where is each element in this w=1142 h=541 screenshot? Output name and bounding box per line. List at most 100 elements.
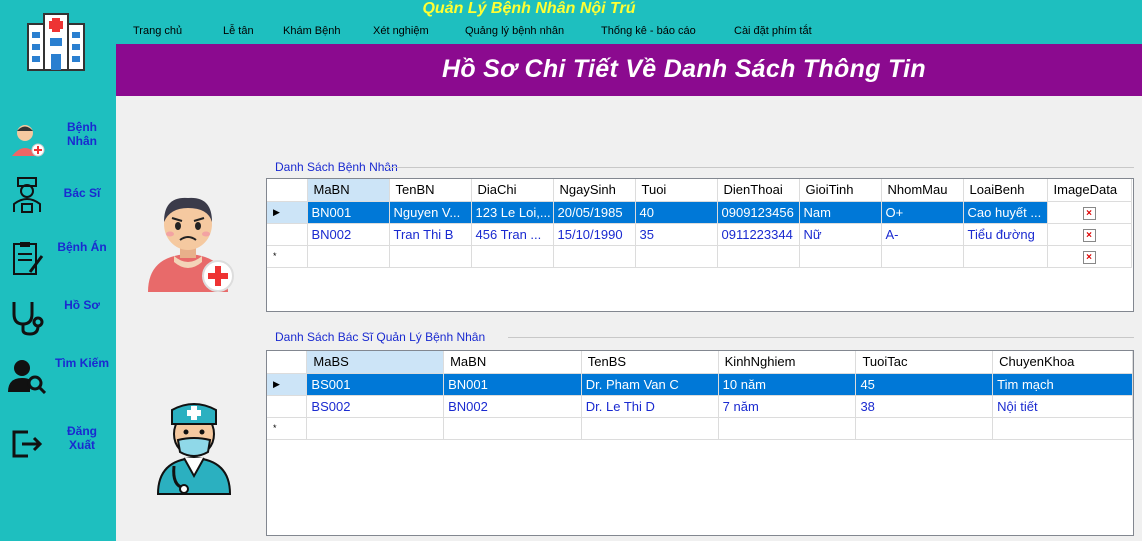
row-header-current-icon[interactable]: ▶	[267, 373, 308, 396]
app-title: Quản Lý Bệnh Nhân Nội Trú	[422, 0, 636, 17]
sidebar-item-bac-si[interactable]: Bác Sĩ	[6, 172, 114, 218]
col-header-mabs[interactable]: MaBS	[306, 351, 445, 374]
cell[interactable]	[306, 417, 445, 440]
menu-kham-benh[interactable]: Khám Bệnh	[283, 25, 340, 37]
cell[interactable]: BN001	[443, 373, 582, 396]
col-header-gioitinh[interactable]: GioiTinh	[799, 179, 882, 202]
row-header[interactable]	[267, 395, 308, 418]
new-row[interactable]: *	[267, 417, 1133, 440]
col-header-tenbn[interactable]: TenBN	[389, 179, 472, 202]
sidebar-item-ho-so[interactable]: Hồ Sơ	[6, 294, 114, 340]
cell[interactable]	[718, 417, 857, 440]
table-row[interactable]: ▶ BS001 BN001 Dr. Pham Van C 10 năm 45 T…	[267, 373, 1133, 396]
cell[interactable]: Tim mạch	[992, 373, 1133, 396]
page-title: Hồ Sơ Chi Tiết Về Danh Sách Thông Tin	[442, 55, 926, 83]
patient-grid[interactable]: MaBN TenBN DiaChi NgaySinh Tuoi DienThoa…	[266, 178, 1134, 312]
sidebar-item-label: Đăng Xuất	[67, 424, 97, 452]
cell[interactable]	[881, 245, 964, 268]
cell[interactable]	[855, 417, 994, 440]
cell[interactable]	[471, 245, 554, 268]
cell[interactable]: BN001	[307, 201, 390, 224]
row-header-current-icon[interactable]: ▶	[267, 201, 308, 224]
col-header-tuoitac[interactable]: TuoiTac	[855, 351, 994, 374]
sidebar-item-tim-kiem[interactable]: Tìm Kiếm	[6, 352, 114, 398]
cell[interactable]	[553, 245, 636, 268]
cell[interactable]: Nữ	[799, 223, 882, 246]
col-header-diachi[interactable]: DiaChi	[471, 179, 554, 202]
menu-thong-ke-bao-cao[interactable]: Thống kê - báo cáo	[601, 25, 696, 37]
cell[interactable]: BS002	[306, 395, 445, 418]
cell-image[interactable]: ×	[1047, 223, 1132, 246]
col-header-dienthoai[interactable]: DienThoai	[717, 179, 800, 202]
content-area: Danh Sách Bệnh Nhân MaBN TenBN DiaChi Ng…	[116, 96, 1142, 541]
cell[interactable]: 123 Le Loi,...	[471, 201, 554, 224]
cell[interactable]	[581, 417, 719, 440]
cell[interactable]: BN002	[307, 223, 390, 246]
sidebar-item-benh-nhan[interactable]: Bệnh Nhân	[6, 116, 114, 162]
cell-image[interactable]: ×	[1047, 245, 1132, 268]
col-header-tuoi[interactable]: Tuoi	[635, 179, 718, 202]
cell[interactable]	[635, 245, 718, 268]
new-row[interactable]: * ×	[267, 245, 1132, 268]
sidebar-item-benh-an[interactable]: Bệnh Án	[6, 236, 114, 282]
doctor-header-row: MaBS MaBN TenBS KinhNghiem TuoiTac Chuye…	[267, 351, 1133, 374]
col-header-loaibenh[interactable]: LoaiBenh	[963, 179, 1048, 202]
cell[interactable]	[443, 417, 582, 440]
cell[interactable]	[389, 245, 472, 268]
cell[interactable]: Nam	[799, 201, 882, 224]
cell[interactable]	[307, 245, 390, 268]
col-header-kinhnghiem[interactable]: KinhNghiem	[718, 351, 857, 374]
cell[interactable]	[799, 245, 882, 268]
cell[interactable]: 456 Tran ...	[471, 223, 554, 246]
cell-image[interactable]: ×	[1047, 201, 1132, 224]
table-row[interactable]: ▶ BN001 Nguyen V... 123 Le Loi,... 20/05…	[267, 201, 1132, 224]
cell[interactable]: Nội tiết	[992, 395, 1133, 418]
cell[interactable]: Dr. Le Thi D	[581, 395, 719, 418]
doctor-table: MaBS MaBN TenBS KinhNghiem TuoiTac Chuye…	[267, 351, 1133, 440]
sidebar-item-label: Bệnh Nhân	[67, 120, 97, 148]
sidebar-item-dang-xuat[interactable]: Đăng Xuất	[6, 420, 114, 466]
new-row-asterisk-icon[interactable]: *	[267, 245, 308, 268]
patient-illustration-icon	[148, 197, 234, 292]
col-header-mabn[interactable]: MaBN	[307, 179, 390, 202]
menu-trang-chu[interactable]: Trang chủ	[133, 25, 182, 37]
cell[interactable]: Tiểu đường	[963, 223, 1048, 246]
row-header[interactable]	[267, 223, 308, 246]
cell[interactable]: BN002	[443, 395, 582, 418]
col-header-chuyenkhoa[interactable]: ChuyenKhoa	[992, 351, 1133, 374]
cell[interactable]: Tran Thi B	[389, 223, 472, 246]
cell[interactable]	[717, 245, 800, 268]
col-header-mabn[interactable]: MaBN	[443, 351, 582, 374]
cell[interactable]: Nguyen V...	[389, 201, 472, 224]
cell[interactable]: 20/05/1985	[553, 201, 636, 224]
cell[interactable]: 10 năm	[718, 373, 857, 396]
cell[interactable]	[992, 417, 1133, 440]
doctor-grid[interactable]: MaBS MaBN TenBS KinhNghiem TuoiTac Chuye…	[266, 350, 1134, 536]
table-row[interactable]: BN002 Tran Thi B 456 Tran ... 15/10/1990…	[267, 223, 1132, 246]
col-header-tenbs[interactable]: TenBS	[581, 351, 719, 374]
cell[interactable]: 15/10/1990	[553, 223, 636, 246]
cell[interactable]: O+	[881, 201, 964, 224]
cell[interactable]: 40	[635, 201, 718, 224]
cell[interactable]: 35	[635, 223, 718, 246]
cell[interactable]: Cao huyết ...	[963, 201, 1048, 224]
table-row[interactable]: BS002 BN002 Dr. Le Thi D 7 năm 38 Nội ti…	[267, 395, 1133, 418]
cell[interactable]	[963, 245, 1048, 268]
cell[interactable]: A-	[881, 223, 964, 246]
menu-le-tan[interactable]: Lễ tân	[223, 25, 254, 37]
cell[interactable]: 7 năm	[718, 395, 857, 418]
cell[interactable]: 45	[855, 373, 994, 396]
cell[interactable]: BS001	[306, 373, 445, 396]
new-row-asterisk-icon[interactable]: *	[267, 417, 308, 440]
col-header-ngaysinh[interactable]: NgaySinh	[553, 179, 636, 202]
col-header-nhommau[interactable]: NhomMau	[881, 179, 964, 202]
broken-image-icon: ×	[1082, 229, 1096, 242]
menu-xet-nghiem[interactable]: Xét nghiệm	[373, 25, 429, 37]
col-header-imagedata[interactable]: ImageData	[1047, 179, 1132, 202]
cell[interactable]: 38	[855, 395, 994, 418]
cell[interactable]: 0909123456	[717, 201, 800, 224]
menu-quan-ly-benh-nhan[interactable]: Quảng lý bệnh nhân	[465, 25, 564, 37]
cell[interactable]: Dr. Pham Van C	[581, 373, 719, 396]
menu-cai-dat-phim-tat[interactable]: Cài đặt phím tắt	[734, 25, 812, 37]
cell[interactable]: 0911223344	[717, 223, 800, 246]
